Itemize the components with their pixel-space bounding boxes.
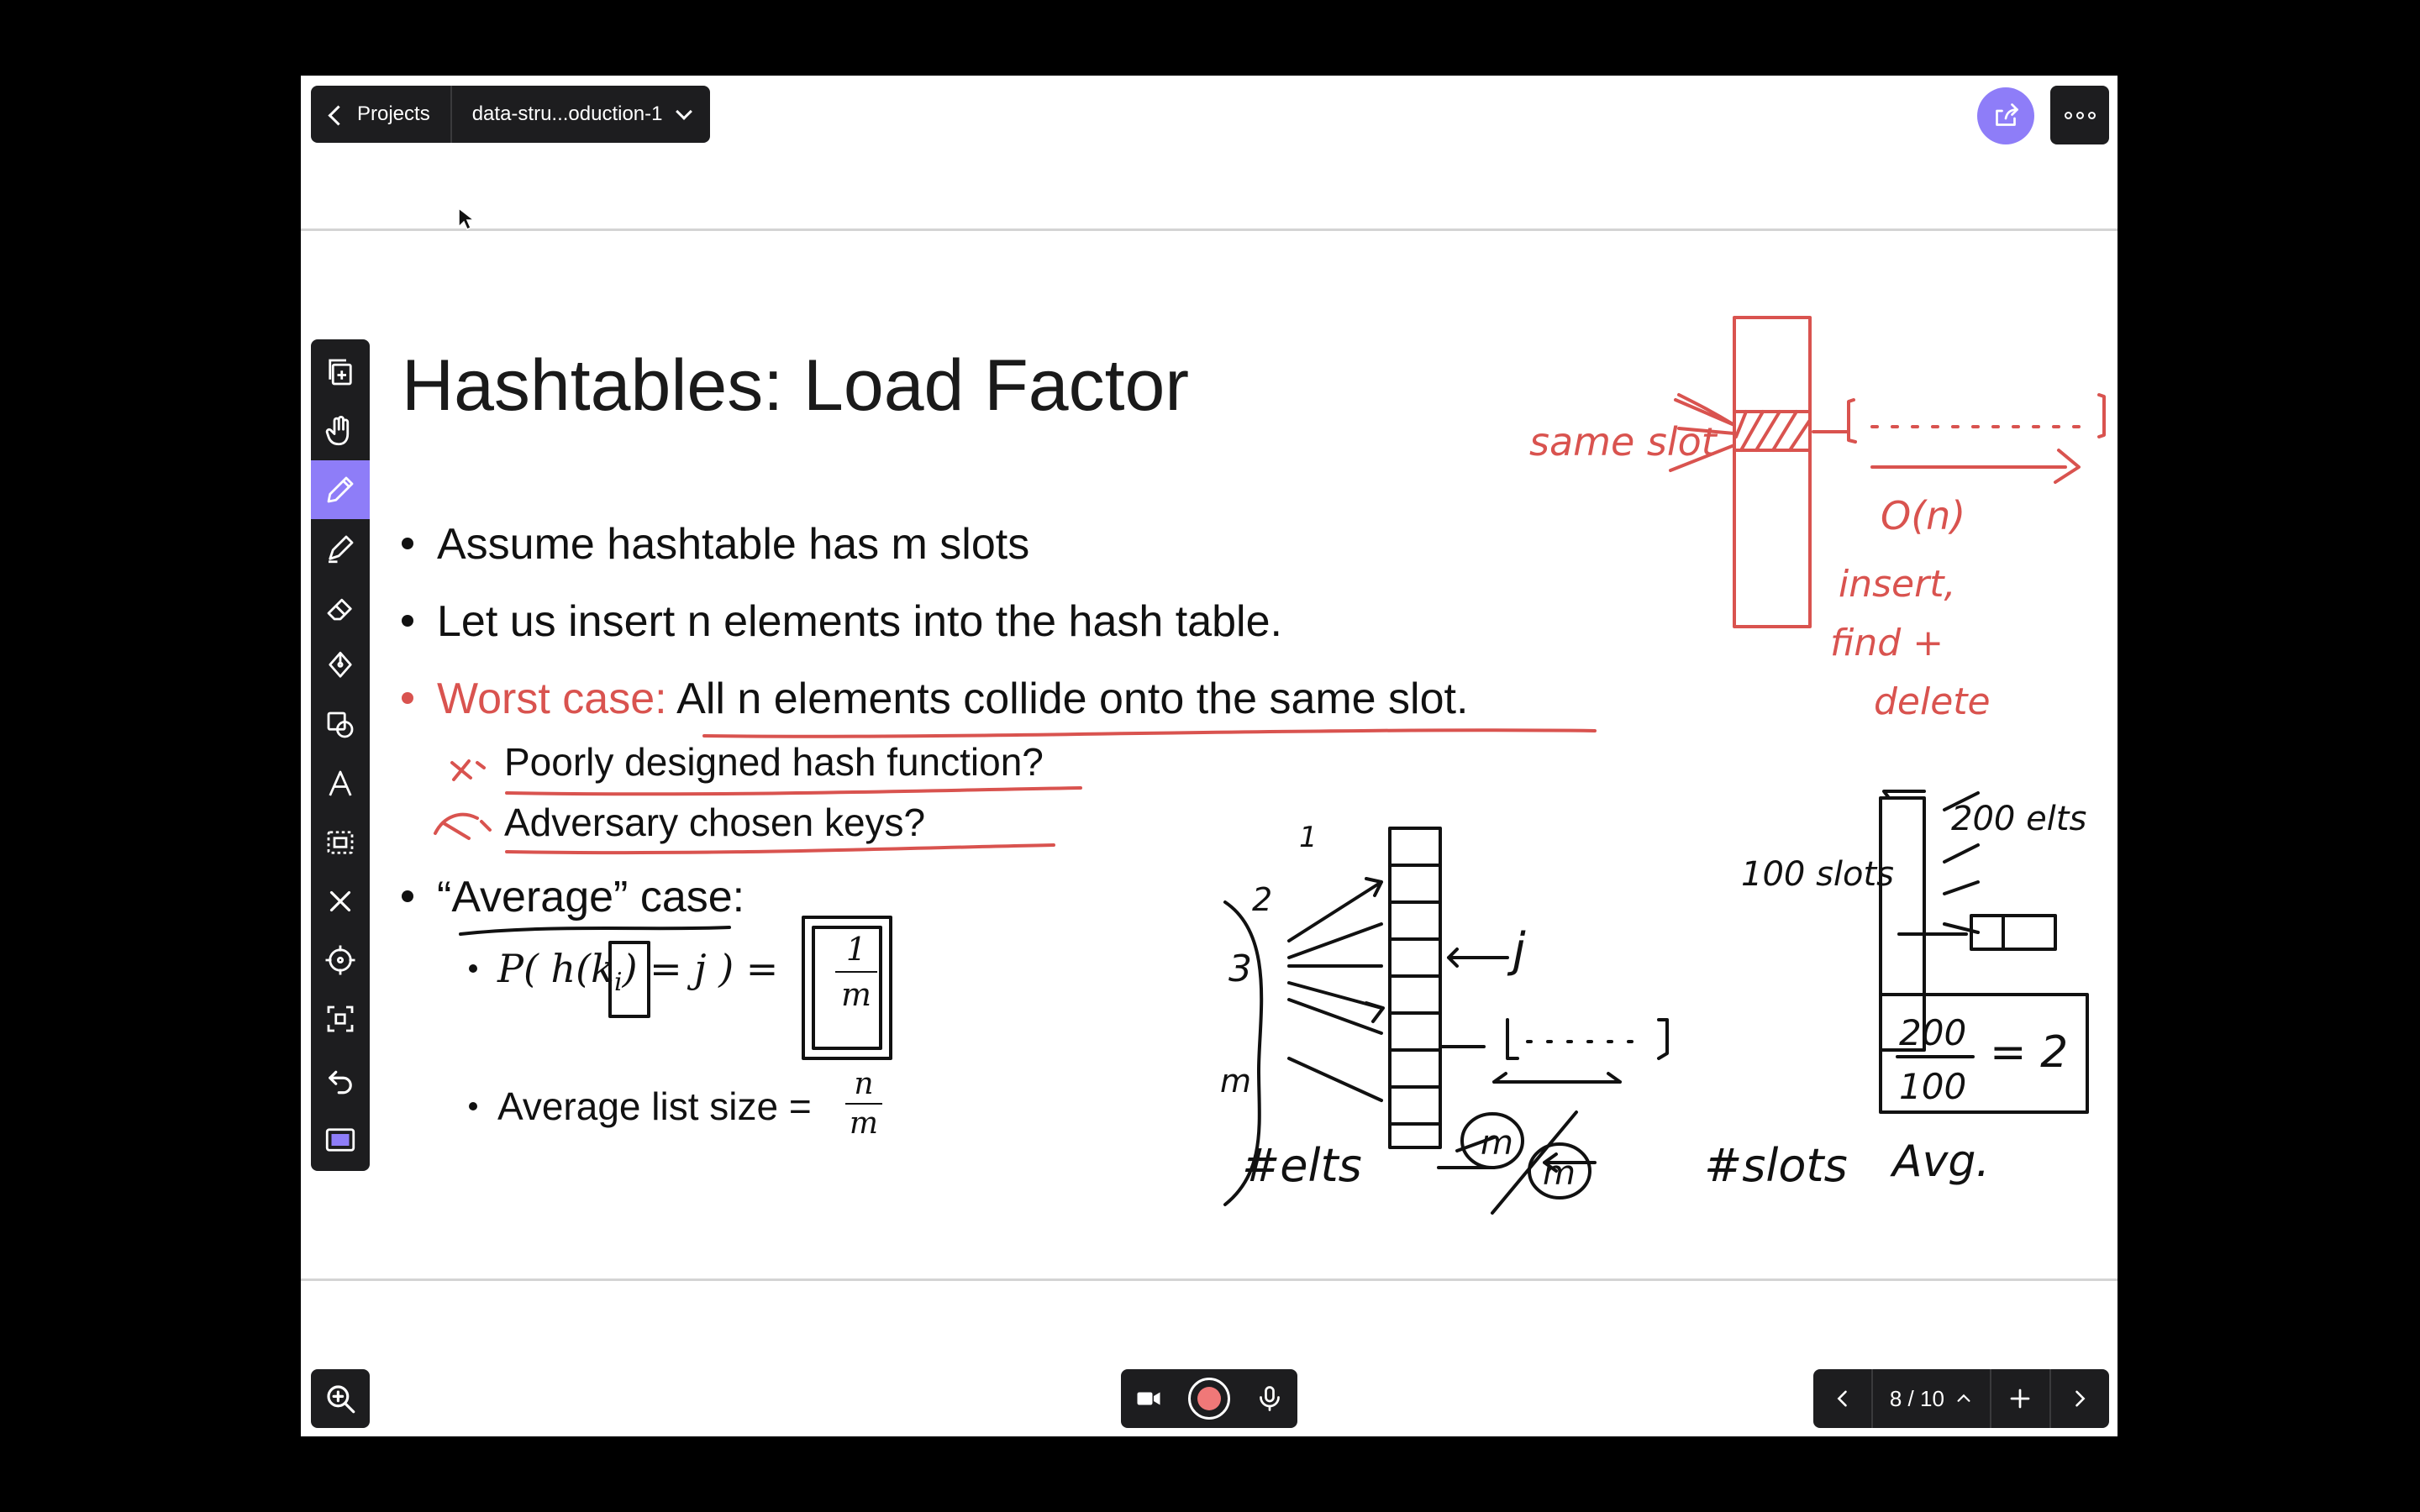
note-200: 200 <box>1899 1012 1966 1053</box>
shapes-icon <box>327 711 354 738</box>
worst-case-notes: same slot O(n) insert, find + delete <box>1529 419 1991 723</box>
zoom-in-icon <box>327 1385 355 1414</box>
undo-tool[interactable] <box>311 1050 370 1109</box>
note-delete: delete <box>1874 680 1991 723</box>
chevron-right-icon <box>2075 1390 2086 1407</box>
video-camera-icon <box>1137 1392 1160 1405</box>
zoom-button[interactable] <box>311 1369 370 1428</box>
note-equals-2: = 2 <box>1990 1027 2068 1078</box>
note-1: 1 <box>1299 821 1318 854</box>
fill-tool[interactable] <box>311 637 370 696</box>
text-icon <box>329 770 352 796</box>
highlighter-icon <box>329 535 354 564</box>
hand-icon <box>325 416 350 446</box>
note-2: 2 <box>1252 881 1272 918</box>
pen-icon <box>327 476 354 503</box>
copy-page-icon <box>329 359 352 386</box>
eraser-icon <box>327 598 352 621</box>
note-big-o: O(n) <box>1881 493 1965 538</box>
whiteboard-app: Projects data-stru...oduction-1 Hashtabl… <box>301 76 2118 1436</box>
page-indicator: 8 / 10 <box>1889 1385 1944 1411</box>
note-m: m <box>1220 1063 1251 1100</box>
note-100: 100 <box>1899 1066 1966 1107</box>
shapes-tool[interactable] <box>311 696 370 754</box>
chevron-left-icon <box>1837 1390 1847 1407</box>
screen-icon <box>325 1128 355 1152</box>
record-icon <box>1197 1387 1221 1410</box>
note-find: find + <box>1830 622 1944 664</box>
page-navigation: 8 / 10 <box>1813 1369 2109 1428</box>
page-selector[interactable]: 8 / 10 <box>1873 1386 1989 1412</box>
note-insert: insert, <box>1839 563 1955 606</box>
select-area-tool[interactable] <box>311 990 370 1048</box>
select-area-icon <box>327 1005 354 1032</box>
chevron-up-icon <box>1957 1394 1970 1402</box>
note-slots: #slots <box>1704 1139 1848 1192</box>
microphone-icon <box>1260 1386 1281 1411</box>
ink-annotations: same slot O(n) insert, find + delete 1 2… <box>434 316 2106 1215</box>
note-elts: #elts <box>1242 1139 1362 1192</box>
text-tool[interactable] <box>311 754 370 813</box>
add-page-button[interactable] <box>1991 1369 2049 1428</box>
crosshair-icon <box>325 945 355 975</box>
note-200-elts: 200 elts <box>1951 800 2086 838</box>
fill-icon <box>329 651 352 678</box>
camera-button[interactable] <box>1134 1383 1164 1414</box>
lasso-icon <box>327 831 354 854</box>
note-circled-m: m <box>1543 1154 1576 1193</box>
drawing-toolbar <box>311 339 370 1171</box>
clear-tool[interactable] <box>311 872 370 931</box>
eraser-tool[interactable] <box>311 578 370 637</box>
close-icon <box>329 890 351 912</box>
record-button[interactable] <box>1187 1378 1230 1420</box>
next-page-button[interactable] <box>2051 1369 2109 1428</box>
pen-tool[interactable] <box>311 460 370 519</box>
undo-icon <box>329 1070 352 1095</box>
previous-page-button[interactable] <box>1813 1369 1871 1428</box>
note-avg: Avg. <box>1890 1137 1990 1187</box>
note-3: 3 <box>1228 948 1252 990</box>
screen-capture-tool[interactable] <box>311 1110 370 1169</box>
microphone-button[interactable] <box>1255 1383 1285 1414</box>
lasso-tool[interactable] <box>311 813 370 872</box>
red-underlines <box>434 728 1597 855</box>
plus-icon <box>2010 1389 2030 1409</box>
laser-pointer-tool[interactable] <box>311 931 370 990</box>
note-same-slot: same slot <box>1529 419 1718 465</box>
hand-tool[interactable] <box>311 402 370 460</box>
recording-controls <box>1121 1369 1297 1428</box>
highlighter-tool[interactable] <box>311 519 370 578</box>
mouse-cursor-icon <box>458 207 476 231</box>
average-case-marks <box>459 900 1264 1206</box>
note-j: j <box>1507 923 1526 978</box>
note-100-slots: 100 slots <box>1741 855 1894 894</box>
note-circled-n: m <box>1481 1124 1513 1163</box>
copy-page-tool[interactable] <box>311 343 370 402</box>
